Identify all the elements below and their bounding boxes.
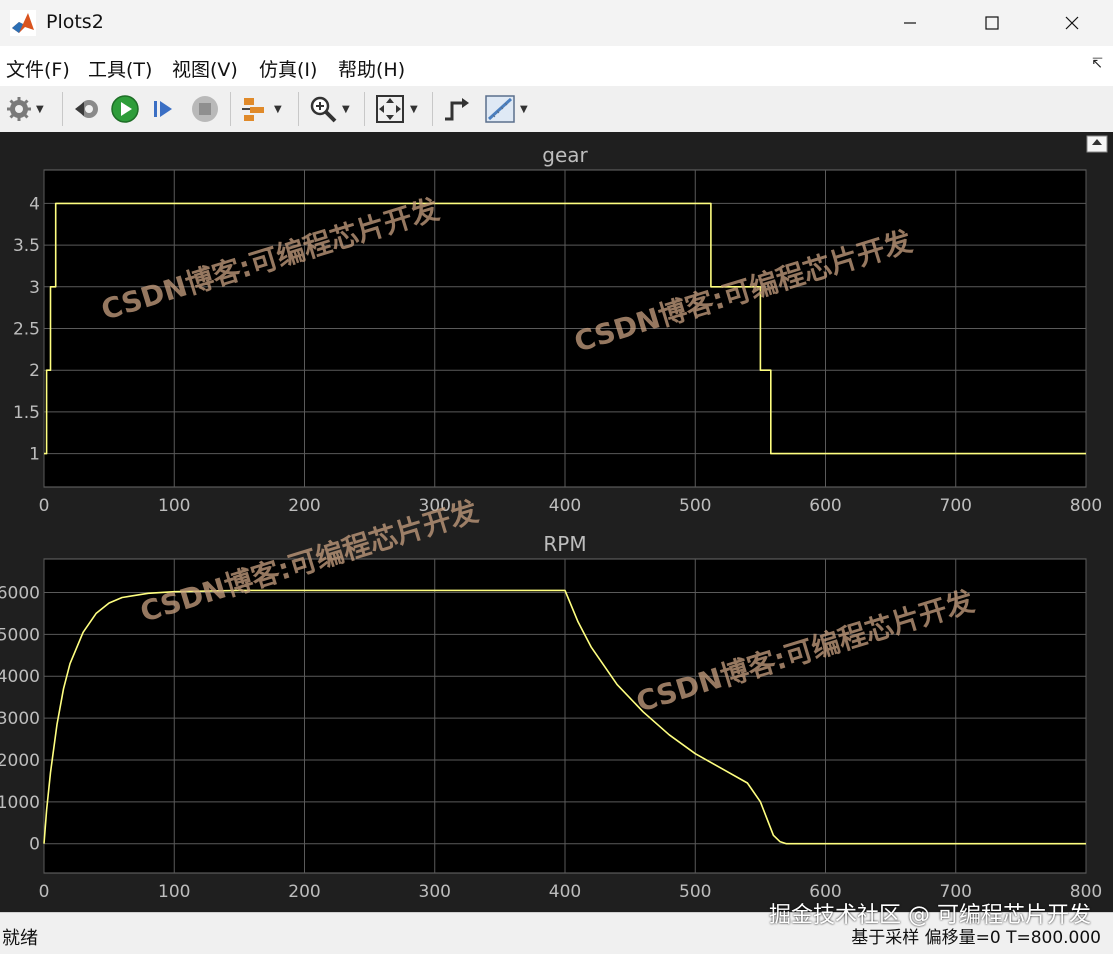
toolbar-divider bbox=[298, 92, 299, 126]
x-tick-label: 300 bbox=[419, 882, 451, 902]
fit-to-view-icon bbox=[376, 95, 404, 123]
x-tick-label: 500 bbox=[679, 882, 711, 902]
x-tick-label: 700 bbox=[940, 496, 972, 516]
y-tick-label: 4000 bbox=[0, 667, 40, 687]
chevron-down-icon[interactable]: ▼ bbox=[274, 104, 282, 115]
run-button[interactable] bbox=[110, 94, 140, 124]
x-tick-label: 500 bbox=[679, 496, 711, 516]
y-tick-label: 3.5 bbox=[13, 236, 40, 256]
x-tick-label: 100 bbox=[158, 882, 190, 902]
close-button[interactable] bbox=[1050, 6, 1094, 40]
toolbar-divider bbox=[364, 92, 365, 126]
chevron-down-icon[interactable]: ▼ bbox=[36, 104, 44, 115]
y-tick-label: 1000 bbox=[0, 793, 40, 813]
menu-help[interactable]: 帮助(H) bbox=[338, 55, 405, 82]
x-tick-label: 800 bbox=[1070, 496, 1102, 516]
y-tick-label: 2000 bbox=[0, 751, 40, 771]
y-tick-label: 2 bbox=[29, 361, 40, 381]
zoom-button[interactable]: ▼ bbox=[308, 94, 350, 124]
zoom-icon bbox=[310, 96, 337, 123]
chart-title: gear bbox=[542, 143, 588, 167]
menu-tools[interactable]: 工具(T) bbox=[88, 55, 152, 82]
x-tick-label: 100 bbox=[158, 496, 190, 516]
fit-to-view-button[interactable]: ▼ bbox=[374, 94, 418, 124]
menu-bar: 文件(F) 工具(T) 视图(V) 仿真(I) 帮助(H) ↸ bbox=[0, 46, 1113, 86]
maximize-button[interactable] bbox=[970, 6, 1014, 40]
x-tick-label: 200 bbox=[288, 496, 320, 516]
menu-simulation[interactable]: 仿真(I) bbox=[259, 55, 317, 82]
menu-file[interactable]: 文件(F) bbox=[6, 55, 70, 82]
minimize-icon bbox=[904, 22, 916, 24]
window-title: Plots2 bbox=[46, 11, 104, 33]
maximize-icon bbox=[985, 16, 999, 30]
y-tick-label: 3 bbox=[29, 278, 40, 298]
gear-axes[interactable]: 0 100 200 300 400 500 600 700 80011.522.533.54ge… bbox=[13, 143, 1102, 516]
toolbar-divider bbox=[62, 92, 63, 126]
dock-arrow-icon[interactable]: ↸ bbox=[1091, 56, 1103, 72]
plot-area: 0 100 200 300 400 500 600 700 800 1 1.5 2 2.5 3 3.5 4 ge… bbox=[0, 132, 1113, 912]
x-tick-label: 400 bbox=[549, 882, 581, 902]
stop-icon bbox=[192, 96, 218, 122]
toolbar: ▼ ▼ ▼ ▼ ▼ bbox=[0, 86, 1113, 133]
x-tick-label: 200 bbox=[288, 882, 320, 902]
x-tick-label: 0 bbox=[39, 882, 50, 902]
chevron-down-icon[interactable]: ▼ bbox=[520, 104, 528, 115]
x-tick-label: 600 bbox=[809, 496, 841, 516]
settings-button[interactable]: ▼ bbox=[6, 94, 44, 124]
step-back-icon bbox=[75, 100, 98, 118]
y-tick-label: 2.5 bbox=[13, 320, 40, 340]
chart-title: RPM bbox=[543, 532, 586, 556]
step-forward-icon bbox=[154, 101, 172, 117]
y-tick-label: 6000 bbox=[0, 583, 40, 603]
close-icon bbox=[1065, 16, 1079, 30]
title-bar: Plots2 bbox=[0, 0, 1113, 47]
toolbar-divider bbox=[230, 92, 231, 126]
stop-button[interactable] bbox=[190, 94, 220, 124]
y-tick-label: 1.5 bbox=[13, 403, 40, 423]
matlab-logo-icon bbox=[10, 10, 36, 36]
y-tick-label: 3000 bbox=[0, 709, 40, 729]
trigger-button[interactable] bbox=[442, 94, 470, 124]
chevron-down-icon[interactable]: ▼ bbox=[342, 104, 350, 115]
gear-icon bbox=[7, 97, 31, 121]
measure-button[interactable]: ▼ bbox=[484, 94, 528, 124]
step-back-button[interactable] bbox=[72, 94, 100, 124]
y-tick-label: 5000 bbox=[0, 625, 40, 645]
minimize-button[interactable] bbox=[888, 6, 932, 40]
y-tick-label: 0 bbox=[29, 835, 40, 855]
signal-select-button[interactable]: ▼ bbox=[240, 94, 282, 124]
menu-view[interactable]: 视图(V) bbox=[172, 55, 238, 82]
status-text: 就绪 bbox=[2, 928, 38, 949]
undock-button[interactable] bbox=[1086, 135, 1108, 153]
step-forward-button[interactable] bbox=[150, 94, 178, 124]
x-tick-label: 0 bbox=[39, 496, 50, 516]
signal-select-icon bbox=[242, 98, 264, 121]
toolbar-divider bbox=[432, 92, 433, 126]
site-watermark: 掘金技术社区 @ 可编程芯片开发 bbox=[769, 903, 1091, 928]
y-tick-label: 4 bbox=[29, 194, 40, 214]
y-tick-label: 1 bbox=[29, 445, 40, 465]
scope-plots[interactable]: 0 100 200 300 400 500 600 700 800 1 1.5 2 2.5 3 3.5 4 ge… bbox=[0, 132, 1113, 912]
x-tick-label: 400 bbox=[549, 496, 581, 516]
chevron-down-icon[interactable]: ▼ bbox=[410, 104, 418, 115]
trigger-icon bbox=[445, 98, 469, 121]
measure-icon bbox=[485, 95, 515, 123]
run-icon bbox=[111, 95, 139, 123]
